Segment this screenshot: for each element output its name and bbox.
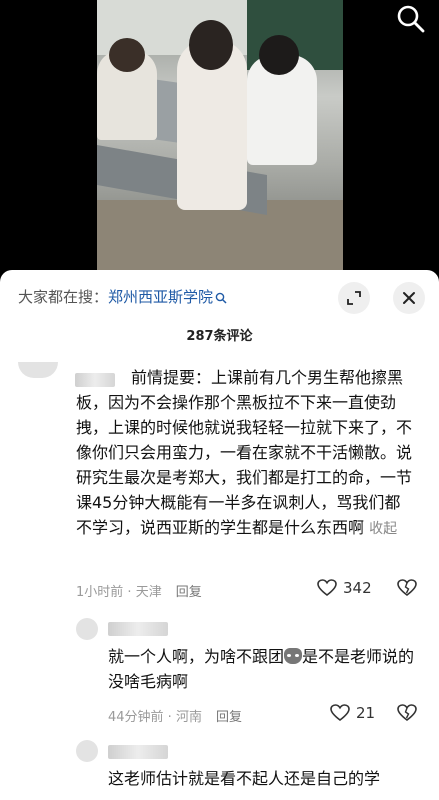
classroom-video-frame xyxy=(97,0,343,276)
username-blurred[interactable] xyxy=(108,622,168,636)
comment-time: 1小时前 xyxy=(76,585,124,600)
comment-count: 287条评论 xyxy=(186,329,253,344)
reply-button[interactable]: 回复 xyxy=(176,585,202,600)
student-head xyxy=(189,20,233,70)
expand-icon xyxy=(347,291,361,305)
broken-heart-icon xyxy=(397,704,417,722)
avatar[interactable] xyxy=(76,618,98,640)
search-icon xyxy=(215,292,227,304)
comment-location: 河南 xyxy=(175,710,202,725)
close-icon xyxy=(403,292,415,304)
like-button[interactable]: 342 xyxy=(317,579,372,597)
comment-text-body: 这老师估计就是看不起人还是自己的学 xyxy=(108,769,381,788)
reply-button[interactable]: 回复 xyxy=(216,710,242,725)
classroom-floor xyxy=(97,200,343,276)
search-button[interactable] xyxy=(395,3,427,35)
comment-meta: 1小时前 · 天津 回复 xyxy=(76,585,202,600)
expand-button[interactable] xyxy=(338,282,370,314)
comment-text-body: 前情提要：上课前有几个男生帮他擦黑板，因为不会操作那个黑板拉不下来一直使劲拽，上… xyxy=(76,368,413,537)
dog-face-emoji-icon xyxy=(284,648,303,664)
like-button[interactable]: 21 xyxy=(330,704,375,722)
video-player[interactable] xyxy=(0,0,439,276)
comment-text: 前情提要：上课前有几个男生帮他擦黑板，因为不会操作那个黑板拉不下来一直使劲拽，上… xyxy=(76,365,412,542)
dislike-button[interactable] xyxy=(397,579,417,601)
trending-search-prefix: 大家都在搜： xyxy=(18,288,109,306)
comment-text: 这老师估计就是看不起人还是自己的学 xyxy=(108,766,438,791)
comment-location: 天津 xyxy=(135,585,162,600)
username-blurred[interactable] xyxy=(108,745,168,759)
heart-icon xyxy=(330,704,350,722)
like-count: 342 xyxy=(343,579,372,597)
trending-search-bar[interactable]: 大家都在搜：郑州西亚斯学院 xyxy=(18,286,227,307)
comment-text: 就一个人啊，为啥不跟团 是不是老师说的没啥毛病啊 xyxy=(108,644,418,694)
search-icon xyxy=(397,5,425,33)
trending-search-keyword[interactable]: 郑州西亚斯学院 xyxy=(108,288,213,306)
student-head xyxy=(109,38,145,72)
heart-icon xyxy=(317,579,337,597)
student-head xyxy=(259,35,299,75)
comment-text-part-1: 就一个人啊，为啥不跟团 xyxy=(108,647,285,666)
comment-sheet: 大家都在搜：郑州西亚斯学院 287条评论 前情提要：上课前有几个男生帮他擦黑板，… xyxy=(0,270,439,800)
collapse-link[interactable]: 收起 xyxy=(369,521,397,537)
comment-time: 44分钟前 xyxy=(108,710,164,725)
avatar[interactable] xyxy=(18,362,58,378)
close-button[interactable] xyxy=(393,282,425,314)
comment-meta: 44分钟前 · 河南 回复 xyxy=(108,710,242,725)
like-count: 21 xyxy=(356,704,376,722)
broken-heart-icon xyxy=(397,579,417,597)
dislike-button[interactable] xyxy=(397,704,417,726)
avatar[interactable] xyxy=(76,740,98,762)
